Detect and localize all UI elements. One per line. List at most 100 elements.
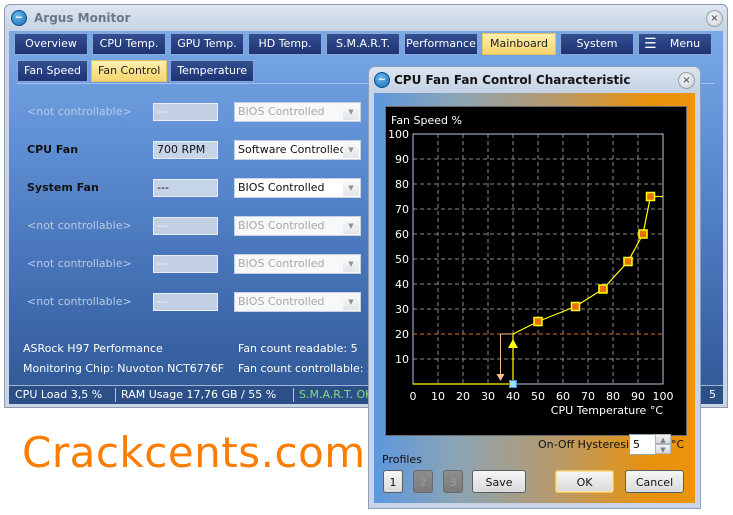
tab-smart[interactable]: S.M.A.R.T. (326, 33, 400, 55)
board-name: ASRock H97 Performance (23, 342, 163, 355)
title-bar: ~ Argus Monitor × (5, 5, 727, 31)
fan-rpm: --- (153, 217, 218, 235)
x-tick-label: 100 (653, 390, 674, 403)
fan-name: System Fan (27, 181, 99, 194)
fan-mode-select: BIOS Controlled ▼ (234, 216, 361, 236)
x-tick-label: 30 (481, 390, 495, 403)
y-tick-label: 20 (395, 328, 409, 341)
ram-usage: RAM Usage 17,76 GB / 55 % (121, 388, 277, 401)
profile-1-button[interactable]: 1 (383, 470, 403, 493)
fan-rpm: --- (153, 103, 218, 121)
curve-control-point[interactable] (638, 229, 648, 239)
fan-row: <not controllable> --- BIOS Controlled ▼ (23, 216, 363, 236)
fan-count-controllable: Fan count controllable: 2 (238, 362, 374, 375)
hamburger-icon: ☰ (644, 36, 657, 52)
cancel-button[interactable]: Cancel (625, 470, 684, 493)
hysteresis-input[interactable]: 5 (629, 434, 656, 455)
smart-status: S.M.A.R.T. OK (299, 388, 373, 401)
y-tick-label: 100 (388, 128, 409, 141)
tab-cpu-temp[interactable]: CPU Temp. (92, 33, 166, 55)
y-tick-label: 80 (395, 178, 409, 191)
watermark-text: Crackcents.com (22, 428, 366, 477)
fan-name: <not controllable> (27, 105, 132, 118)
x-tick-label: 90 (631, 390, 645, 403)
fan-mode-select[interactable]: Software Controlled ▼ (234, 140, 361, 160)
app-logo-icon: ~ (11, 10, 27, 26)
fan-mode-value: BIOS Controlled (238, 295, 325, 308)
subtab-fan-speed[interactable]: Fan Speed (17, 60, 89, 82)
window-title: Argus Monitor (34, 11, 131, 25)
fan-mode-select: BIOS Controlled ▼ (234, 292, 361, 312)
fan-curve-chart[interactable]: 0 10 20 30 40 50 60 70 80 90 100 10 20 30 40 50 60 70 80 90… (385, 106, 687, 436)
curve-control-point[interactable] (533, 316, 543, 327)
fan-mode-value: BIOS Controlled (238, 219, 325, 232)
cpu-load: CPU Load 3,5 % (15, 388, 103, 401)
fan-rpm: --- (153, 255, 218, 273)
chevron-down-icon[interactable]: ▼ (343, 180, 359, 196)
x-tick-label: 40 (506, 390, 520, 403)
fan-mode-select[interactable]: BIOS Controlled ▼ (234, 178, 361, 198)
fan-rpm: 700 RPM (153, 141, 218, 159)
x-tick-label: 10 (431, 390, 445, 403)
tab-menu[interactable]: ☰ Menu (638, 33, 712, 55)
status-divider (293, 388, 294, 402)
tab-gpu-temp[interactable]: GPU Temp. (170, 33, 244, 55)
fan-control-dialog: ~ CPU Fan Fan Control Characteristic × 0… (368, 66, 701, 509)
tab-performance[interactable]: Performance (404, 33, 478, 55)
fan-row: <not controllable> --- BIOS Controlled ▼ (23, 102, 363, 122)
dialog-title-bar: ~ CPU Fan Fan Control Characteristic × (369, 67, 700, 93)
start-point-handle[interactable] (509, 380, 517, 388)
close-icon[interactable]: × (678, 72, 695, 89)
subtab-temperature[interactable]: Temperature (170, 60, 254, 82)
y-tick-label: 40 (395, 278, 409, 291)
y-tick-label: 30 (395, 303, 409, 316)
spin-down-icon[interactable]: ▼ (655, 444, 671, 454)
chart-svg[interactable]: 0 10 20 30 40 50 60 70 80 90 100 10 20 30 40 50 60 70 80 90… (386, 107, 686, 435)
y-tick-label: 10 (395, 353, 409, 366)
y-axis-label: Fan Speed % (391, 114, 462, 127)
x-axis-label: CPU Temperature °C (551, 404, 664, 417)
chevron-down-icon: ▼ (343, 104, 359, 120)
tab-overview[interactable]: Overview (14, 33, 88, 55)
main-tab-bar: Overview CPU Temp. GPU Temp. HD Temp. S.… (14, 33, 712, 55)
off-arrow-icon (496, 374, 505, 381)
dialog-title: CPU Fan Fan Control Characteristic (394, 73, 631, 87)
spin-up-icon[interactable]: ▲ (655, 434, 671, 444)
profiles-label: Profiles (382, 453, 422, 466)
close-icon[interactable]: × (706, 10, 723, 27)
fan-row: System Fan --- BIOS Controlled ▼ (23, 178, 363, 198)
x-tick-label: 60 (556, 390, 570, 403)
subtab-fan-control[interactable]: Fan Control (91, 60, 168, 82)
menu-label: Menu (669, 37, 701, 50)
y-tick-label: 60 (395, 228, 409, 241)
x-tick-label: 0 (410, 390, 417, 403)
fan-mode-value: BIOS Controlled (238, 257, 325, 270)
hysteresis-spinner[interactable]: ▲ ▼ (655, 434, 671, 455)
ok-button[interactable]: OK (555, 470, 614, 493)
y-tick-label: 70 (395, 203, 409, 216)
curve-control-point[interactable] (598, 284, 608, 294)
chevron-down-icon[interactable]: ▼ (343, 142, 359, 158)
fan-mode-select: BIOS Controlled ▼ (234, 102, 361, 122)
fan-mode-value: Software Controlled (238, 143, 347, 156)
chevron-down-icon: ▼ (343, 218, 359, 234)
fan-rpm: --- (153, 179, 218, 197)
fan-row: CPU Fan 700 RPM Software Controlled ▼ (23, 140, 363, 160)
x-tick-label: 70 (581, 390, 595, 403)
tab-system[interactable]: System (560, 33, 634, 55)
x-tick-label: 20 (456, 390, 470, 403)
sub-tab-bar: Fan Speed Fan Control Temperature (17, 60, 254, 82)
y-tick-label: 50 (395, 253, 409, 266)
fan-name: <not controllable> (27, 219, 132, 232)
status-value: 5 (709, 388, 716, 401)
fan-count-readable: Fan count readable: 5 (238, 342, 358, 355)
chevron-down-icon: ▼ (343, 294, 359, 310)
tab-mainboard[interactable]: Mainboard (482, 33, 556, 55)
curve-control-point[interactable] (645, 191, 656, 202)
curve-control-point[interactable] (623, 256, 633, 267)
save-button[interactable]: Save (472, 470, 526, 493)
curve-control-point[interactable] (570, 301, 581, 312)
x-tick-label: 50 (531, 390, 545, 403)
fan-mode-value: BIOS Controlled (238, 105, 325, 118)
tab-hd-temp[interactable]: HD Temp. (248, 33, 322, 55)
